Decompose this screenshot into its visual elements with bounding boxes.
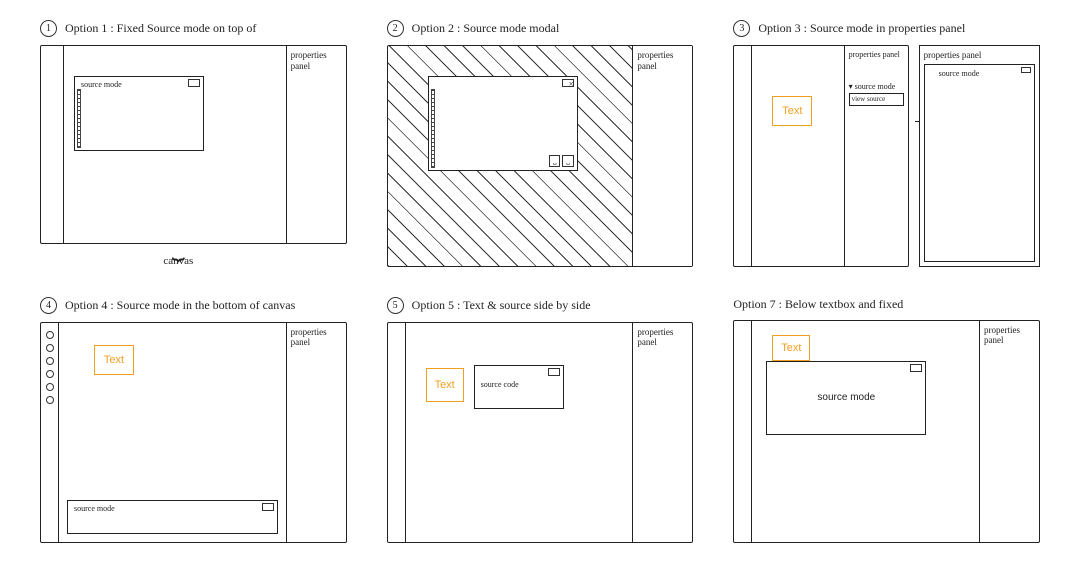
toolbar-dots xyxy=(41,323,59,543)
wireframe: Text source mode properties panel xyxy=(733,320,1040,544)
source-mode-section: ▾ source mode xyxy=(849,82,904,92)
properties-panel: properties panel xyxy=(286,323,346,543)
option-1: 1 Option 1 : Fixed Source mode on top of… xyxy=(40,20,347,267)
option-3: 3 Option 3 : Source mode in properties p… xyxy=(733,20,1040,267)
option-title: Option 4 : Source mode in the bottom of … xyxy=(65,298,295,313)
properties-panel: properties panel xyxy=(286,46,346,243)
option-7: Option 7 : Below textbox and fixed Text … xyxy=(733,297,1040,544)
props-title: properties panel xyxy=(849,50,904,60)
option-title: Option 7 : Below textbox and fixed xyxy=(733,297,903,312)
option-number: 5 xyxy=(387,297,404,314)
option-number: 4 xyxy=(40,297,57,314)
option-number: 1 xyxy=(40,20,57,37)
properties-panel: properties panel xyxy=(632,323,692,543)
properties-panel: properties panel xyxy=(632,46,692,266)
option-title: Option 1 : Fixed Source mode on top of xyxy=(65,21,256,36)
view-source-button[interactable]: view source xyxy=(849,93,904,105)
detail-panel: properties panel source mode xyxy=(919,45,1040,267)
option-2: 2 Option 2 : Source mode modal propertie… xyxy=(387,20,694,267)
properties-panel: properties panel ▾ source mode view sour… xyxy=(844,46,908,266)
option-header: 5 Option 5 : Text & source side by side xyxy=(387,297,694,314)
option-title: Option 3 : Source mode in properties pan… xyxy=(758,21,965,36)
option-header: Option 7 : Below textbox and fixed xyxy=(733,297,1040,312)
option-header: 4 Option 4 : Source mode in the bottom o… xyxy=(40,297,347,314)
option-number: 3 xyxy=(733,20,750,37)
source-mode-label: source mode xyxy=(81,80,122,89)
wireframe: Text properties panel ▾ source mode view… xyxy=(733,45,908,267)
detail-props-label: properties panel xyxy=(924,50,1035,60)
option-header: 1 Option 1 : Fixed Source mode on top of xyxy=(40,20,347,37)
wireframe: source mode properties panel xyxy=(40,45,347,244)
option-5: 5 Option 5 : Text & source side by side … xyxy=(387,297,694,544)
detail-source-label: source mode xyxy=(939,69,980,78)
text-element: Text xyxy=(772,335,810,361)
source-mode-label: source mode xyxy=(817,392,875,403)
option-header: 3 Option 3 : Source mode in properties p… xyxy=(733,20,1040,37)
option-header: 2 Option 2 : Source mode modal xyxy=(387,20,694,37)
option-title: Option 5 : Text & source side by side xyxy=(412,298,591,313)
source-code-label: source code xyxy=(481,380,519,389)
wireframe: Text source code properties panel xyxy=(387,322,694,544)
canvas-label: canvas xyxy=(10,255,347,267)
text-element: Text xyxy=(772,96,812,126)
option-title: Option 2 : Source mode modal xyxy=(412,21,560,36)
option-number: 2 xyxy=(387,20,404,37)
text-element: Text xyxy=(426,368,464,402)
properties-panel: properties panel xyxy=(979,321,1039,543)
wireframe: Text source mode properties panel xyxy=(40,322,347,544)
source-mode-label: source mode xyxy=(74,504,115,513)
text-element: Text xyxy=(94,345,134,375)
option-4: 4 Option 4 : Source mode in the bottom o… xyxy=(40,297,347,544)
wireframe: properties panel × ⎵ ⎵ xyxy=(387,45,694,267)
